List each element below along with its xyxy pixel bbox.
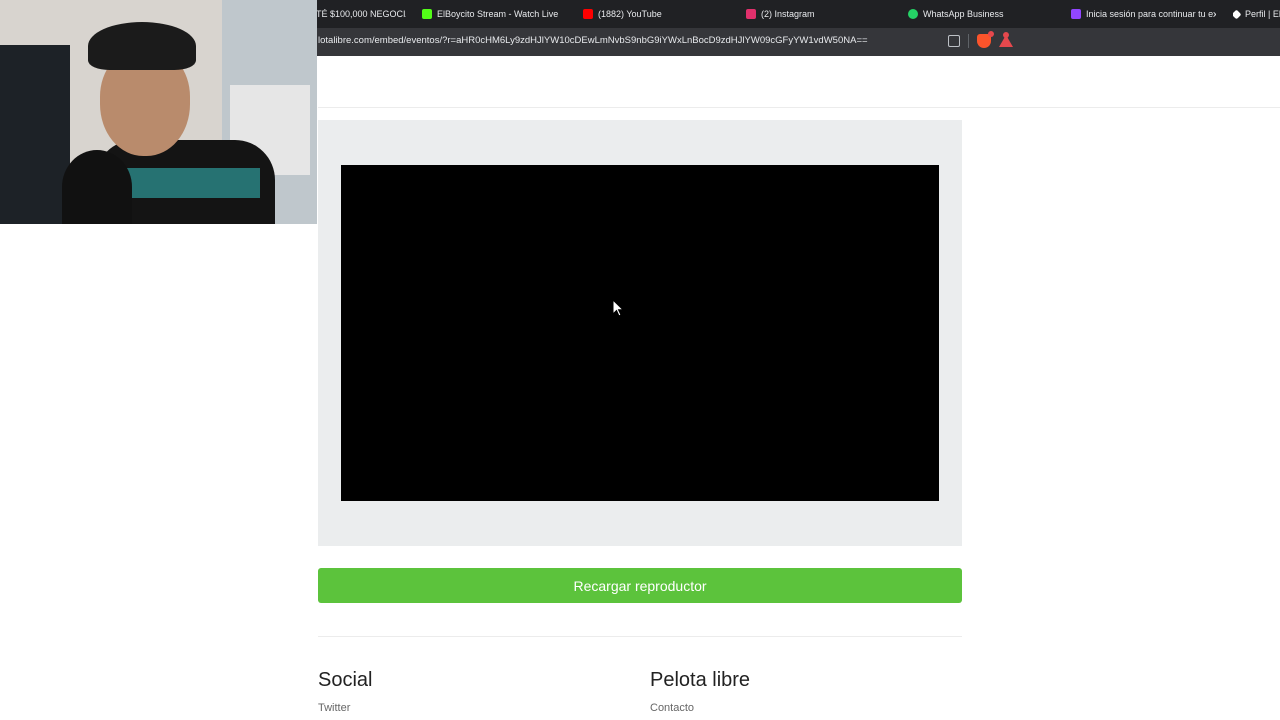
webcam-shirt-pattern (110, 168, 260, 198)
footer-divider (318, 636, 962, 637)
instagram-icon (746, 9, 756, 19)
browser-tab-6[interactable]: Perfil | El (1233, 0, 1280, 28)
browser-tab-3[interactable]: (2) Instagram (746, 0, 896, 28)
mouse-cursor-icon (612, 299, 624, 317)
footer-brand-title: Pelota libre (650, 669, 751, 691)
browser-tab-4[interactable]: WhatsApp Business (908, 0, 1058, 28)
video-player[interactable] (341, 165, 939, 501)
player-container (318, 120, 962, 546)
share-icon[interactable] (948, 35, 960, 47)
tab-label: TÉ $100,000 NEGOCIA (316, 9, 406, 19)
youtube-icon (583, 9, 593, 19)
divider (968, 34, 969, 48)
tab-label: Perfil | El (1245, 9, 1280, 19)
browser-tab-5[interactable]: Inicia sesión para continuar tu exp (1071, 0, 1216, 28)
tab-label: (2) Instagram (761, 9, 815, 19)
site-header (318, 56, 1280, 108)
browser-tab-1[interactable]: ElBoycito Stream - Watch Live (422, 0, 567, 28)
webcam-jacket (0, 45, 70, 224)
kick-icon (422, 9, 432, 19)
webcam-person-hair (88, 22, 196, 70)
url-field[interactable]: lotalibre.com/embed/eventos/?r=aHR0cHM6L… (318, 35, 868, 46)
reload-player-button[interactable]: Recargar reproductor (318, 568, 962, 603)
twitter-link[interactable]: Twitter (318, 702, 372, 714)
microphone-icon (62, 150, 132, 224)
twitch-icon (1071, 9, 1081, 19)
footer-social-title: Social (318, 669, 373, 691)
address-bar-actions (948, 31, 1013, 48)
tab-label: ElBoycito Stream - Watch Live (437, 9, 559, 19)
diamond-icon (1233, 9, 1242, 19)
webcam-overlay (0, 0, 317, 224)
tab-label: WhatsApp Business (923, 9, 1004, 19)
contact-link[interactable]: Contacto (650, 702, 750, 714)
whatsapp-icon (908, 9, 918, 19)
tab-label: (1882) YouTube (598, 9, 662, 19)
browser-tab-0[interactable]: TÉ $100,000 NEGOCIA (316, 0, 406, 28)
rewards-icon[interactable] (999, 32, 1013, 47)
footer-brand: Pelota libre Contacto (650, 669, 750, 714)
browser-tab-2[interactable]: (1882) YouTube (583, 0, 723, 28)
tab-label: Inicia sesión para continuar tu exp (1086, 9, 1216, 19)
brave-shield-icon[interactable] (977, 31, 994, 48)
footer-social: Social Twitter (318, 669, 372, 714)
